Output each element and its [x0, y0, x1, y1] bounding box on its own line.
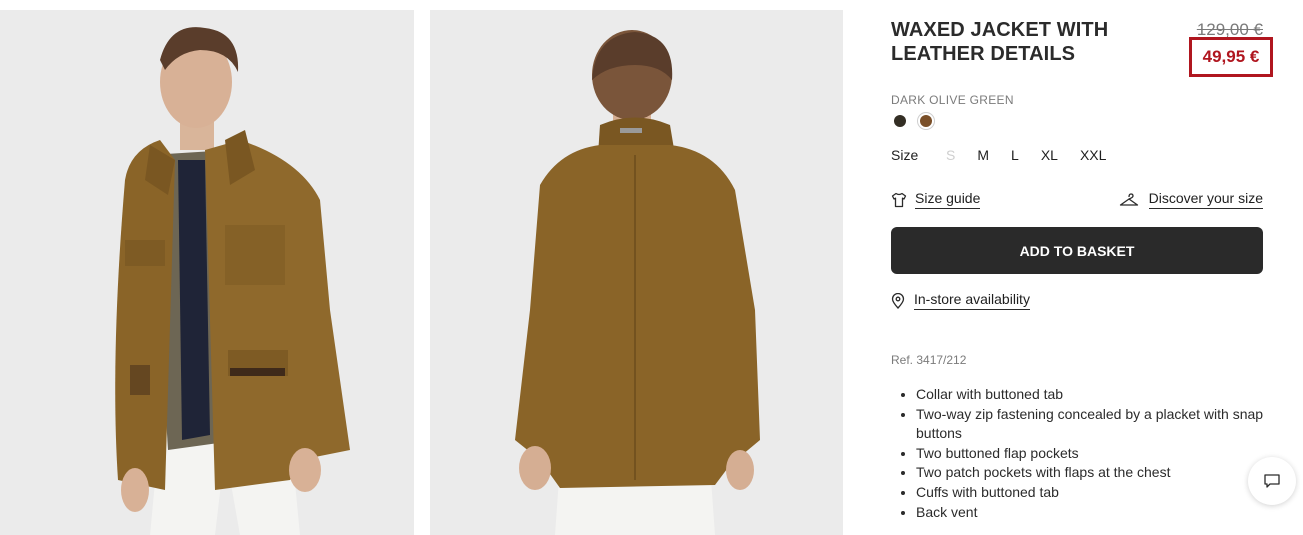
size-option-xxl[interactable]: XXL [1080, 147, 1106, 163]
location-pin-icon [891, 292, 905, 309]
size-guide-link[interactable]: Size guide [891, 190, 981, 209]
in-store-availability-link[interactable]: In-store availability [891, 291, 1030, 310]
feature-item: Back vent [916, 503, 1271, 523]
size-selector: Size S M L XL XXL [891, 147, 1128, 163]
feature-item: Collar with buttoned tab [916, 385, 1271, 405]
in-store-availability-label[interactable]: In-store availability [914, 291, 1030, 310]
size-option-m[interactable]: M [977, 147, 989, 163]
size-option-s[interactable]: S [946, 147, 955, 163]
sale-price: 49,95 € [1189, 37, 1273, 77]
product-image-front[interactable] [0, 10, 414, 535]
model-front-illustration [0, 10, 414, 535]
hanger-icon [1119, 192, 1138, 206]
swatch-dark-olive-green[interactable] [891, 112, 909, 130]
size-option-l[interactable]: L [1011, 147, 1019, 163]
product-info-panel: WAXED JACKET WITH LEATHER DETAILS 129,00… [891, 0, 1273, 535]
tshirt-icon [891, 192, 907, 207]
discover-size-link[interactable]: Discover your size [1119, 190, 1263, 209]
chat-icon [1264, 474, 1280, 488]
add-to-basket-button[interactable]: ADD TO BASKET [891, 227, 1263, 274]
feature-item: Two patch pockets with flaps at the ches… [916, 463, 1271, 483]
chat-button[interactable] [1248, 457, 1296, 505]
model-back-illustration [430, 10, 843, 535]
color-swatches [891, 112, 935, 130]
product-title: WAXED JACKET WITH LEATHER DETAILS [891, 19, 1109, 65]
feature-list: Collar with buttoned tab Two-way zip fas… [891, 385, 1271, 522]
product-image-back[interactable] [430, 10, 843, 535]
size-option-xl[interactable]: XL [1041, 147, 1058, 163]
size-guide-label[interactable]: Size guide [915, 190, 981, 209]
discover-size-label[interactable]: Discover your size [1148, 190, 1263, 209]
product-reference: Ref. 3417/212 [891, 353, 967, 367]
feature-item: Two-way zip fastening concealed by a pla… [916, 405, 1271, 444]
size-label: Size [891, 147, 919, 163]
swatch-tan-brown[interactable] [917, 112, 935, 130]
feature-item: Two buttoned flap pockets [916, 444, 1271, 464]
feature-item: Cuffs with buttoned tab [916, 483, 1271, 503]
color-name: DARK OLIVE GREEN [891, 93, 1014, 107]
